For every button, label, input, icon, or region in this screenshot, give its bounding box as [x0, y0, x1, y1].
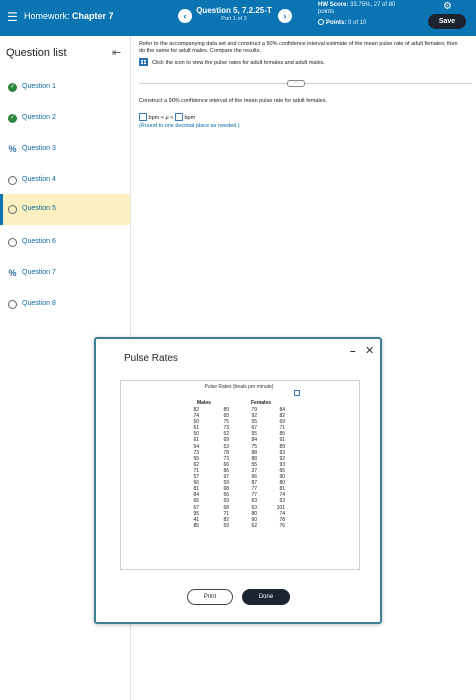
- dialog-title: Pulse Rates: [124, 353, 178, 364]
- more-options-button[interactable]: ···: [287, 80, 305, 87]
- hamburger-icon[interactable]: ☰: [7, 11, 18, 23]
- sidebar-item-question-4[interactable]: Question 4: [0, 165, 130, 196]
- check-circle-icon: ✓: [8, 83, 17, 92]
- sidebar-item-question-6[interactable]: Question 6: [0, 227, 130, 258]
- partial-credit-icon: %: [8, 268, 17, 278]
- data-table-link[interactable]: Click the icon to view the pulse rates f…: [139, 58, 325, 66]
- females-column-2: 84 82 69 71 85 91 89 93 92 93 65 90 80 81 74 53 101 74 78 7…: [273, 407, 285, 529]
- copy-data-icon[interactable]: [294, 390, 300, 396]
- pulse-rates-table: Pulse Rates (beats per minute) Males Fem…: [120, 380, 360, 570]
- chevron-left-icon: ‹: [183, 11, 187, 21]
- table-cell: 85: [193, 522, 199, 529]
- empty-circle-icon: [8, 300, 17, 309]
- table-cell: 59: [223, 522, 229, 529]
- pulse-rates-dialog: Pulse Rates – ✕ Pulse Rates (beats per m…: [94, 337, 382, 624]
- question-title: Question 5, 7.2.25-T: [196, 6, 272, 15]
- chevron-right-icon: ›: [283, 11, 287, 21]
- print-button[interactable]: Print: [187, 589, 233, 605]
- males-column-1: 82 74 50 61 50 61 54 73 55 62 71 57 66 81 84 66 67 95 41 85: [187, 407, 199, 529]
- next-question-button[interactable]: ›: [278, 9, 292, 23]
- collapse-sidebar-icon[interactable]: ⇤: [112, 46, 121, 59]
- upper-bound-input[interactable]: [174, 113, 183, 121]
- sidebar-item-question-2[interactable]: ✓ Question 2: [0, 103, 130, 134]
- table-cell: 76: [279, 522, 285, 529]
- empty-circle-icon: [8, 238, 17, 247]
- question-part: Part 1 of 3: [221, 16, 247, 22]
- part-prompt: Construct a 90% confidence interval of t…: [139, 98, 328, 104]
- empty-circle-icon: [8, 205, 17, 214]
- points-display: Points: 0 of 10: [318, 19, 366, 26]
- minimize-icon[interactable]: –: [350, 346, 356, 357]
- males-header: Males: [197, 400, 211, 406]
- hw-score: HW Score: 33.75%, 27 of 80 points: [318, 2, 396, 15]
- points-circle-icon: [318, 19, 324, 25]
- question-instructions: Refer to the accompanying data set and c…: [139, 41, 458, 54]
- males-column-2: 89 65 75 73 52 69 53 78 73 66 86 97 59 68 56 59 68 71 82 59: [217, 407, 229, 529]
- table-cell: 62: [251, 522, 257, 529]
- sidebar-item-question-7[interactable]: % Question 7: [0, 258, 130, 289]
- homework-title[interactable]: Homework: Chapter 7: [24, 11, 114, 21]
- sidebar-item-question-8[interactable]: Question 8: [0, 289, 130, 320]
- question-list-title: Question list: [6, 47, 67, 59]
- answer-row: bpm < μ < bpm: [139, 113, 195, 121]
- table-caption: Pulse Rates (beats per minute): [204, 384, 274, 390]
- check-circle-icon: ✓: [8, 114, 17, 123]
- data-table-icon[interactable]: [139, 58, 148, 66]
- divider: [139, 83, 472, 84]
- females-column-1: 79 92 55 67 55 84 75 88 88 55 37 66 87 77 77 63 63 80 60 62: [245, 407, 257, 529]
- gear-icon[interactable]: ⚙: [443, 2, 452, 12]
- done-button[interactable]: Done: [242, 589, 290, 605]
- partial-credit-icon: %: [8, 144, 17, 154]
- rounding-note: (Round to one decimal place as needed.): [139, 123, 240, 129]
- females-header: Females: [251, 400, 272, 406]
- empty-circle-icon: [8, 176, 17, 185]
- close-icon[interactable]: ✕: [365, 344, 374, 357]
- save-button[interactable]: Save: [428, 14, 466, 29]
- sidebar-item-question-1[interactable]: ✓ Question 1: [0, 72, 130, 103]
- sidebar-item-question-5[interactable]: Question 5: [0, 194, 130, 225]
- lower-bound-input[interactable]: [139, 113, 147, 121]
- sidebar-item-question-3[interactable]: % Question 3: [0, 134, 130, 165]
- top-bar: ☰ Homework: Chapter 7 ‹ Question 5, 7.2.…: [0, 0, 476, 36]
